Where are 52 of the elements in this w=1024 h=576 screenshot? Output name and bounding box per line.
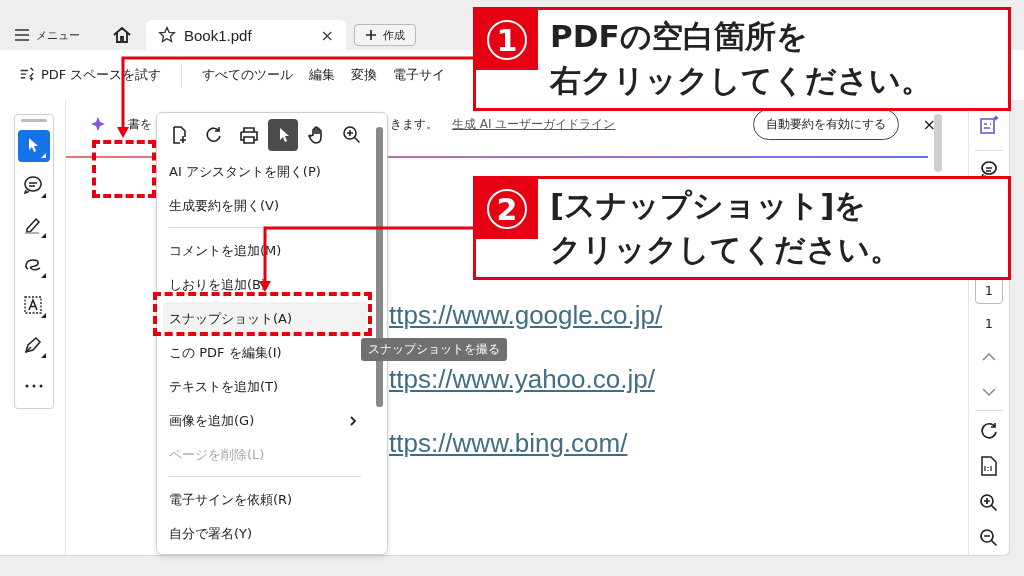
context-menu-item[interactable]: テキストを追加(T) <box>163 370 367 404</box>
menu-icon <box>14 29 30 41</box>
instruction-text: クリックしてください。 <box>550 230 901 269</box>
url-link[interactable]: ttps://www.google.co.jp/ <box>389 300 968 331</box>
page-count: 1 <box>984 316 994 331</box>
home-icon[interactable] <box>112 26 132 44</box>
guideline-link[interactable]: 生成 AI ユーザーガイドライン <box>452 115 616 133</box>
context-menu-item[interactable]: 画像を追加(G) <box>163 404 367 438</box>
url-link[interactable]: ttps://www.yahoo.co.jp/ <box>389 364 968 395</box>
scrollbar[interactable] <box>934 114 942 172</box>
toolbar-menu-item[interactable]: すべてのツール <box>198 60 298 90</box>
context-menu-item[interactable]: 電子サインを依頼(R) <box>163 483 367 517</box>
instruction-text: [スナップショット]を <box>550 186 868 225</box>
instruction-text: 右クリックしてください。 <box>550 61 932 100</box>
banner-text: きます。 <box>390 115 438 133</box>
step-badge: 2 <box>476 179 538 239</box>
chevron-up-icon[interactable] <box>982 353 996 361</box>
star-icon[interactable] <box>158 26 176 44</box>
toolbar-menu-item[interactable]: 電子サイ <box>389 60 450 90</box>
close-banner-button[interactable]: × <box>922 114 936 134</box>
zoom-in-icon[interactable] <box>979 493 999 513</box>
context-menu-item[interactable]: スナップショット(A) <box>163 302 367 336</box>
ai-assistant-icon[interactable] <box>978 114 1000 136</box>
pen-icon <box>22 334 46 358</box>
create-button[interactable]: 作成 <box>354 24 416 46</box>
context-menu-item[interactable]: AI アシスタントを開く(P) <box>163 155 367 189</box>
url-link[interactable]: ttps://www.bing.com/ <box>389 428 968 459</box>
close-tab-button[interactable]: × <box>320 25 334 45</box>
toolbar-menu-item[interactable]: 編集 <box>305 60 340 90</box>
zoom-out-icon[interactable] <box>979 528 999 548</box>
print-icon <box>238 125 259 145</box>
context-menu-item[interactable]: 自分で署名(Y) <box>163 517 367 551</box>
chevron-down-icon[interactable] <box>982 388 996 396</box>
step-badge: 1 <box>476 10 538 70</box>
plus-icon <box>365 29 377 41</box>
zoom-in-icon <box>341 125 362 145</box>
toolbar-menu-item[interactable]: 変換 <box>347 60 382 90</box>
text-box-icon <box>22 294 46 318</box>
rotate-icon[interactable] <box>979 421 999 441</box>
document-tab[interactable]: Book1.pdf × <box>146 20 346 50</box>
more-icon <box>25 384 43 388</box>
tooltip: スナップショットを撮る <box>361 338 507 361</box>
context-menu-item[interactable]: 生成要約を開く(V) <box>163 189 367 223</box>
menu-button[interactable]: メニュー <box>6 23 88 47</box>
comment-icon <box>22 174 46 198</box>
banner-text: 書を <box>128 115 152 133</box>
sparkle-icon <box>90 116 106 132</box>
instruction-text: PDFの空白箇所を <box>550 17 809 56</box>
menu-tool-button[interactable] <box>268 119 299 151</box>
dashed-highlight-frame <box>92 140 156 198</box>
fit-page-icon[interactable] <box>979 455 999 477</box>
comment-icon[interactable] <box>979 159 999 179</box>
